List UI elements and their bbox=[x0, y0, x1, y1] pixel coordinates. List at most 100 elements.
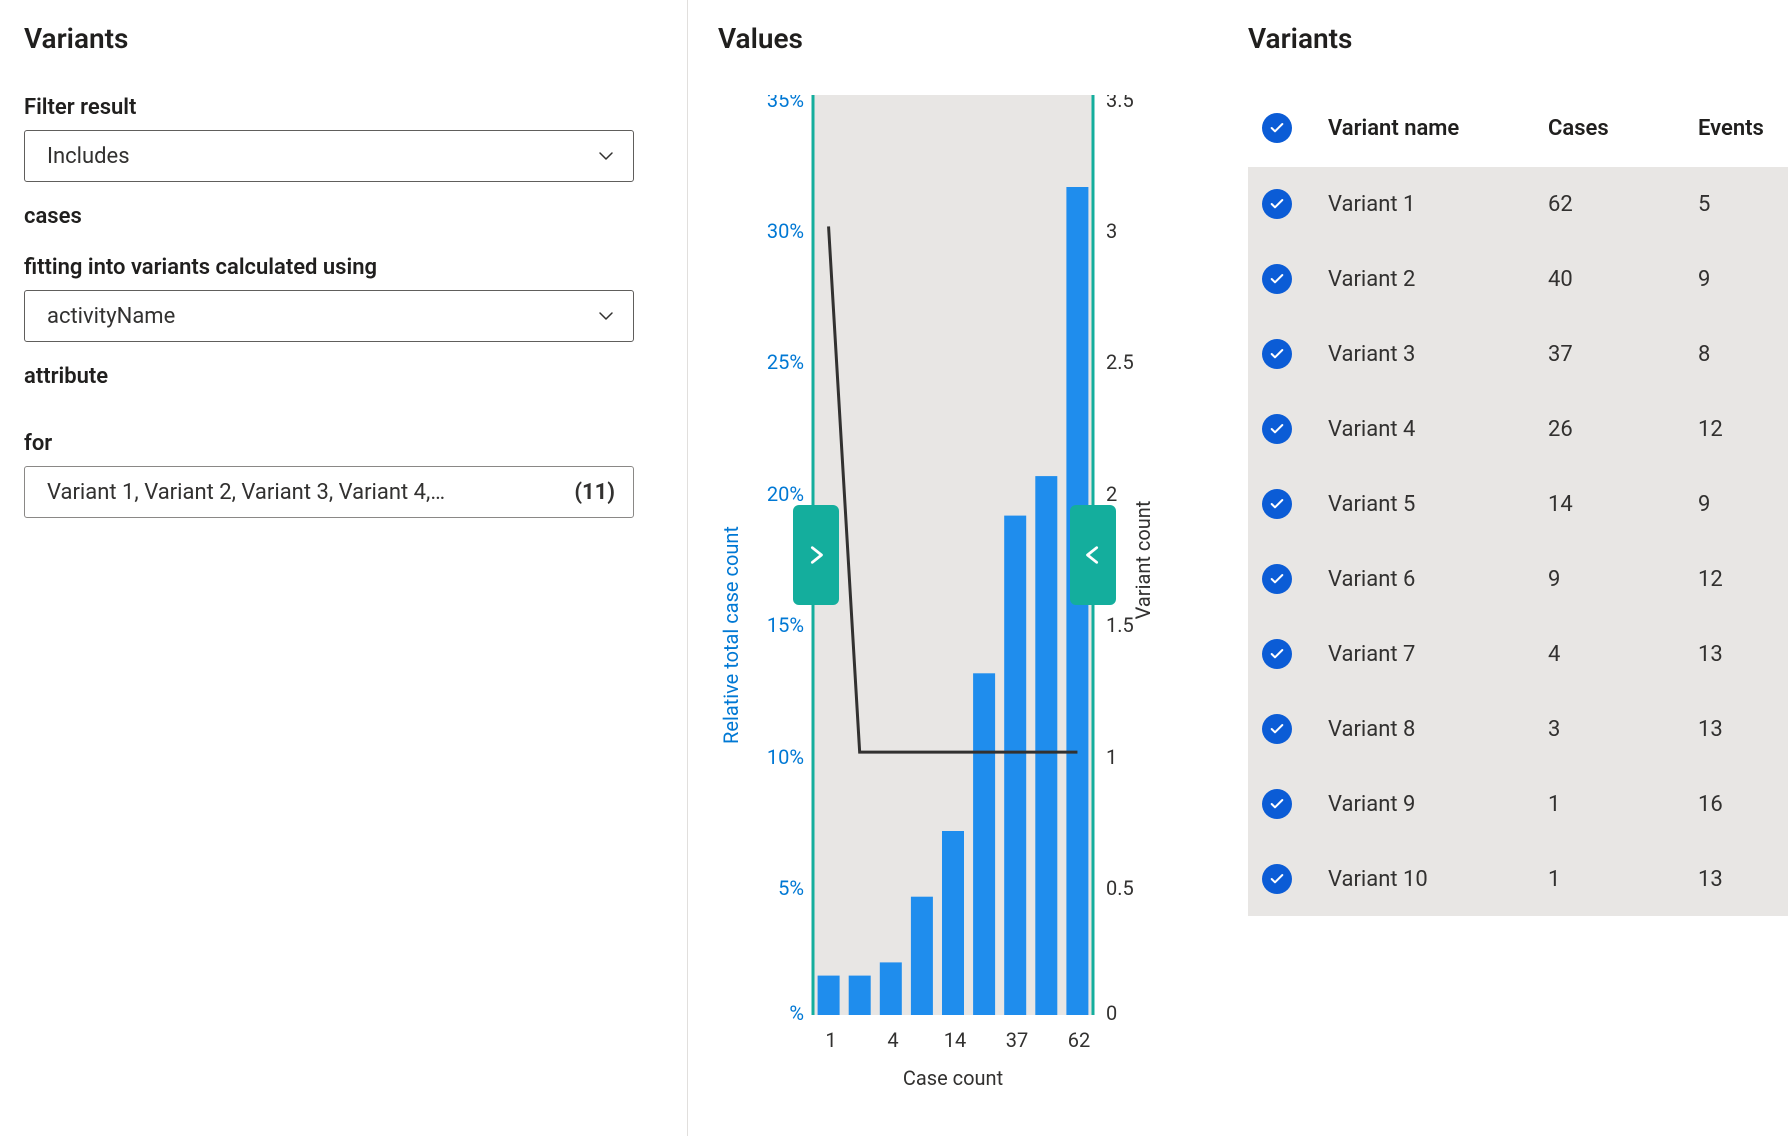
cell-cases: 1 bbox=[1540, 842, 1690, 917]
bar[interactable] bbox=[880, 962, 902, 1015]
column-header-name[interactable]: Variant name bbox=[1320, 95, 1540, 167]
cell-variant-name: Variant 8 bbox=[1320, 692, 1540, 767]
row-checkbox[interactable] bbox=[1262, 864, 1292, 894]
select-all-checkbox[interactable] bbox=[1262, 113, 1292, 143]
bar[interactable] bbox=[942, 831, 964, 1015]
filter-result-select[interactable]: Includes bbox=[24, 130, 634, 182]
cell-events: 12 bbox=[1690, 542, 1788, 617]
bar[interactable] bbox=[849, 976, 871, 1015]
check-icon bbox=[1269, 120, 1285, 136]
table-row[interactable]: Variant 2409 bbox=[1248, 242, 1788, 317]
calc-using-label: fitting into variants calculated using bbox=[24, 255, 657, 280]
cell-cases: 4 bbox=[1540, 617, 1690, 692]
for-multiselect-value: Variant 1, Variant 2, Variant 3, Variant… bbox=[47, 480, 445, 505]
ytick-left: 15% bbox=[767, 613, 804, 637]
ytick-left: 20% bbox=[767, 482, 804, 506]
cases-text: cases bbox=[24, 204, 657, 229]
bar[interactable] bbox=[1035, 476, 1057, 1015]
ytick-left: 10% bbox=[767, 745, 804, 769]
ytick-left: 35% bbox=[767, 95, 804, 112]
check-icon bbox=[1269, 196, 1285, 212]
cell-variant-name: Variant 4 bbox=[1320, 392, 1540, 467]
bar[interactable] bbox=[973, 673, 995, 1015]
check-icon bbox=[1269, 346, 1285, 362]
cell-cases: 26 bbox=[1540, 392, 1690, 467]
ytick-right: 0 bbox=[1106, 1001, 1117, 1025]
cell-variant-name: Variant 3 bbox=[1320, 317, 1540, 392]
bar[interactable] bbox=[1004, 516, 1026, 1015]
chevron-right-icon bbox=[805, 541, 827, 569]
range-slider-handle-right[interactable] bbox=[1070, 505, 1116, 605]
row-checkbox[interactable] bbox=[1262, 189, 1292, 219]
table-row[interactable]: Variant 1625 bbox=[1248, 167, 1788, 242]
table-row[interactable]: Variant 10113 bbox=[1248, 842, 1788, 917]
table-row[interactable]: Variant 42612 bbox=[1248, 392, 1788, 467]
cell-events: 9 bbox=[1690, 467, 1788, 542]
cell-events: 16 bbox=[1690, 767, 1788, 842]
x-axis-label: Case count bbox=[903, 1066, 1003, 1090]
filter-result-label: Filter result bbox=[24, 95, 657, 120]
cell-cases: 40 bbox=[1540, 242, 1690, 317]
chevron-down-icon bbox=[597, 147, 615, 165]
cell-variant-name: Variant 6 bbox=[1320, 542, 1540, 617]
cell-events: 8 bbox=[1690, 317, 1788, 392]
cell-variant-name: Variant 10 bbox=[1320, 842, 1540, 917]
column-header-events[interactable]: Events bbox=[1690, 95, 1788, 167]
check-icon bbox=[1269, 721, 1285, 737]
row-checkbox[interactable] bbox=[1262, 414, 1292, 444]
xtick: 62 bbox=[1068, 1028, 1090, 1052]
column-header-cases[interactable]: Cases bbox=[1540, 95, 1690, 167]
table-row[interactable]: Variant 6912 bbox=[1248, 542, 1788, 617]
calc-using-value: activityName bbox=[47, 304, 175, 329]
bar[interactable] bbox=[818, 976, 840, 1015]
table-row[interactable]: Variant 5149 bbox=[1248, 467, 1788, 542]
for-multiselect[interactable]: Variant 1, Variant 2, Variant 3, Variant… bbox=[24, 466, 634, 518]
xtick: 37 bbox=[1006, 1028, 1028, 1052]
table-row[interactable]: Variant 7413 bbox=[1248, 617, 1788, 692]
row-checkbox[interactable] bbox=[1262, 489, 1292, 519]
check-icon bbox=[1269, 421, 1285, 437]
row-checkbox[interactable] bbox=[1262, 714, 1292, 744]
for-label: for bbox=[24, 431, 657, 456]
filter-result-value: Includes bbox=[47, 144, 130, 169]
row-checkbox[interactable] bbox=[1262, 339, 1292, 369]
row-checkbox[interactable] bbox=[1262, 789, 1292, 819]
ytick-right: 3.5 bbox=[1106, 95, 1134, 112]
check-icon bbox=[1269, 571, 1285, 587]
panel-title-variants-filter: Variants bbox=[24, 22, 657, 55]
check-icon bbox=[1269, 271, 1285, 287]
cell-variant-name: Variant 7 bbox=[1320, 617, 1540, 692]
ytick-left: 30% bbox=[767, 219, 804, 243]
panel-title-variants-list: Variants bbox=[1248, 22, 1788, 55]
calc-using-select[interactable]: activityName bbox=[24, 290, 634, 342]
ytick-left: % bbox=[789, 1001, 804, 1025]
cell-variant-name: Variant 2 bbox=[1320, 242, 1540, 317]
xtick: 1 bbox=[825, 1028, 836, 1052]
cell-events: 9 bbox=[1690, 242, 1788, 317]
cell-events: 13 bbox=[1690, 842, 1788, 917]
panel-title-values: Values bbox=[718, 22, 1208, 55]
table-row[interactable]: Variant 3378 bbox=[1248, 317, 1788, 392]
range-slider-handle-left[interactable] bbox=[793, 505, 839, 605]
values-panel: Values 35% 30% 25% 20% 15% 10% 5% % 3.5 … bbox=[688, 0, 1218, 1136]
values-chart: 35% 30% 25% 20% 15% 10% 5% % 3.5 3 2.5 2… bbox=[718, 95, 1158, 1095]
table-row[interactable]: Variant 9116 bbox=[1248, 767, 1788, 842]
check-icon bbox=[1269, 496, 1285, 512]
table-row[interactable]: Variant 8313 bbox=[1248, 692, 1788, 767]
variants-list-panel: Variants Variant name Cases Events Varia… bbox=[1218, 0, 1788, 1136]
cell-cases: 14 bbox=[1540, 467, 1690, 542]
cell-variant-name: Variant 5 bbox=[1320, 467, 1540, 542]
row-checkbox[interactable] bbox=[1262, 564, 1292, 594]
row-checkbox[interactable] bbox=[1262, 639, 1292, 669]
check-icon bbox=[1269, 796, 1285, 812]
bar[interactable] bbox=[911, 897, 933, 1015]
ytick-right: 2.5 bbox=[1106, 350, 1134, 374]
y-axis-left-label: Relative total case count bbox=[719, 526, 743, 744]
cell-events: 13 bbox=[1690, 617, 1788, 692]
filters-panel: Variants Filter result Includes cases fi… bbox=[0, 0, 688, 1136]
cell-events: 12 bbox=[1690, 392, 1788, 467]
ytick-left: 5% bbox=[778, 876, 804, 900]
ytick-left: 25% bbox=[767, 350, 804, 374]
row-checkbox[interactable] bbox=[1262, 264, 1292, 294]
ytick-right: 1.5 bbox=[1106, 613, 1134, 637]
